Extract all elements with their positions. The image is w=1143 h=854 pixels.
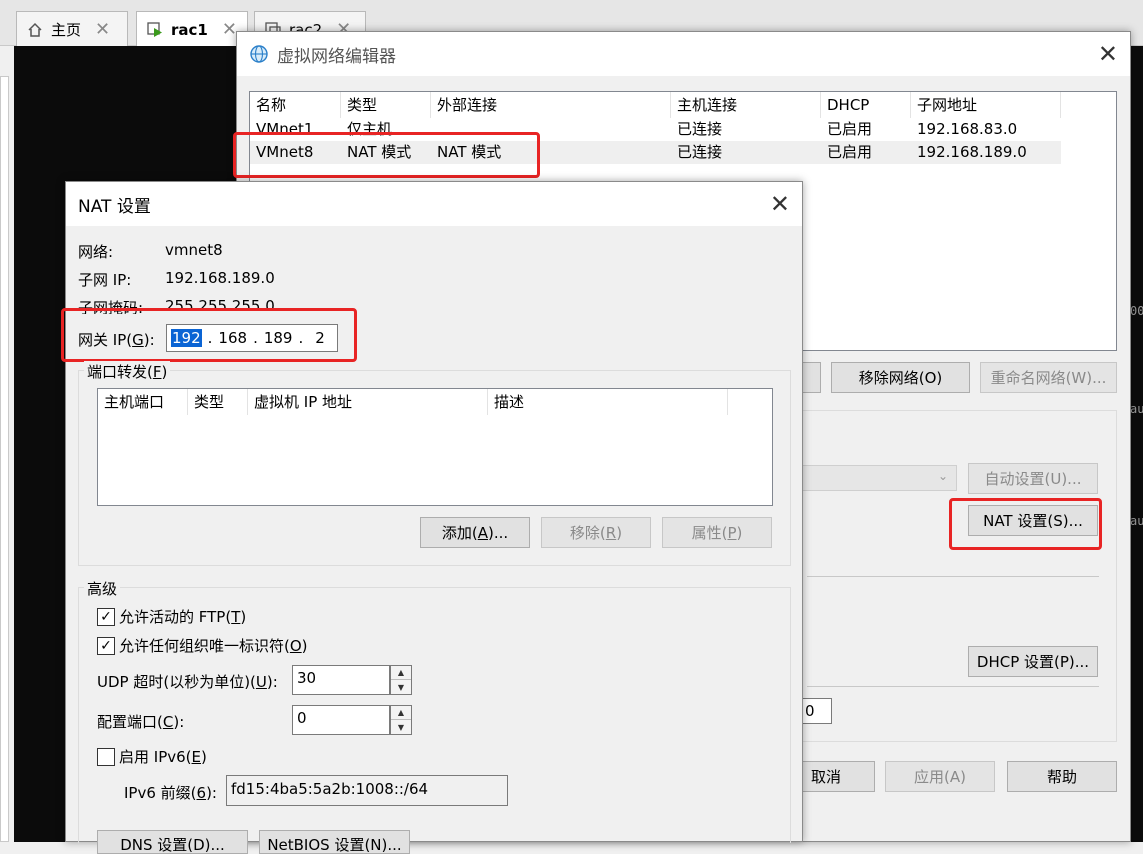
config-port-spinner[interactable]: ▲ ▼: [390, 705, 412, 735]
subnet-ip-value: 192.168.189.0: [165, 269, 275, 287]
cell-subnet: 192.168.83.0: [917, 120, 1018, 138]
column-header[interactable]: 类型: [188, 389, 248, 415]
subnet-ip-label: 子网 IP:: [78, 271, 132, 289]
dhcp-settings-button[interactable]: DHCP 设置(P)...: [968, 646, 1098, 677]
arrow-up-icon[interactable]: ▲: [391, 706, 411, 720]
cell-host: 已连接: [677, 120, 723, 138]
column-header[interactable]: 子网地址: [911, 92, 1061, 118]
column-header[interactable]: 类型: [341, 92, 431, 118]
bridge-select[interactable]: ⌄: [797, 465, 957, 491]
console-text: au: [1130, 402, 1143, 416]
vne-title-bar: 虚拟网络编辑器: [237, 32, 1130, 76]
allow-ftp-label: 允许活动的 FTP(T): [119, 608, 247, 626]
checkbox-checked-icon[interactable]: ✓: [97, 636, 115, 655]
column-header[interactable]: 主机连接: [671, 92, 821, 118]
column-header[interactable]: 外部连接: [431, 92, 671, 118]
port-forwarding-label: 端口转发(F): [84, 361, 171, 382]
ipv6-prefix-label: IPv6 前缀(6):: [124, 784, 217, 802]
remove-button[interactable]: 移除(R): [541, 517, 651, 548]
close-icon[interactable]: ✕: [95, 19, 110, 40]
column-header[interactable]: 虚拟机 IP 地址: [248, 389, 488, 415]
close-icon[interactable]: ✕: [222, 19, 237, 40]
highlight-nat-settings: [949, 498, 1102, 550]
allow-oui-checkbox[interactable]: ✓ 允许任何组织唯一标识符(O): [97, 635, 308, 656]
nat-title-bar: NAT 设置: [66, 182, 802, 226]
rename-network-button[interactable]: 重命名网络(W)...: [980, 362, 1117, 393]
udp-timeout-input[interactable]: 30: [292, 665, 390, 695]
subnet-mask-field[interactable]: 0: [800, 698, 832, 724]
nat-title: NAT 设置: [78, 196, 151, 217]
enable-ipv6-checkbox[interactable]: 启用 IPv6(E): [97, 746, 207, 767]
config-port-label: 配置端口(C):: [97, 713, 185, 731]
highlight-vmnet8: [233, 132, 540, 178]
udp-timeout-label: UDP 超时(以秒为单位)(U):: [97, 673, 278, 691]
column-header[interactable]: DHCP: [821, 92, 911, 118]
port-forwarding-list[interactable]: 主机端口 类型 虚拟机 IP 地址 描述: [97, 388, 773, 506]
vne-title: 虚拟网络编辑器: [277, 46, 396, 67]
properties-button[interactable]: 属性(P): [662, 517, 772, 548]
cell-dhcp: 已启用: [827, 143, 873, 161]
help-button[interactable]: 帮助: [1007, 761, 1117, 792]
divider: [807, 686, 1099, 687]
left-panel: [0, 46, 14, 842]
column-header[interactable]: 名称: [250, 92, 341, 118]
vm-running-icon: [147, 21, 162, 37]
column-header[interactable]: 主机端口: [98, 389, 188, 415]
tab-home[interactable]: 主页 ✕: [16, 11, 128, 47]
cell-subnet: 192.168.189.0: [917, 143, 1027, 161]
network-value: vmnet8: [165, 241, 223, 259]
cell-dhcp: 已启用: [827, 120, 873, 138]
close-icon[interactable]: ✕: [770, 190, 790, 218]
close-icon[interactable]: ✕: [1098, 40, 1118, 68]
arrow-up-icon[interactable]: ▲: [391, 666, 411, 680]
arrow-down-icon[interactable]: ▼: [391, 720, 411, 734]
apply-button[interactable]: 应用(A): [885, 761, 995, 792]
network-label: 网络:: [78, 243, 114, 261]
remove-network-button[interactable]: 移除网络(O): [831, 362, 970, 393]
allow-ftp-checkbox[interactable]: ✓ 允许活动的 FTP(T): [97, 606, 246, 627]
column-header[interactable]: 描述: [488, 389, 728, 415]
console-text: au: [1130, 514, 1143, 528]
config-port-input[interactable]: 0: [292, 705, 390, 735]
highlight-gateway: [61, 308, 357, 362]
console-text: 00: [1130, 304, 1143, 318]
dns-settings-button[interactable]: DNS 设置(D)...: [97, 830, 248, 854]
arrow-down-icon[interactable]: ▼: [391, 680, 411, 694]
add-button[interactable]: 添加(A)...: [420, 517, 530, 548]
tab-label: rac1: [171, 20, 208, 39]
netbios-settings-button[interactable]: NetBIOS 设置(N)...: [259, 830, 410, 854]
tab-label: 主页: [51, 21, 82, 39]
enable-ipv6-label: 启用 IPv6(E): [119, 748, 207, 766]
allow-oui-label: 允许任何组织唯一标识符(O): [119, 637, 308, 655]
tab-rac1[interactable]: rac1 ✕: [136, 11, 248, 47]
globe-icon: [250, 45, 268, 63]
checkbox-unchecked-icon[interactable]: [97, 747, 115, 766]
divider: [807, 576, 1099, 577]
checkbox-checked-icon[interactable]: ✓: [97, 607, 115, 626]
udp-timeout-spinner[interactable]: ▲ ▼: [390, 665, 412, 695]
cell-host: 已连接: [677, 143, 723, 161]
home-icon: [28, 22, 42, 37]
chevron-down-icon: ⌄: [937, 469, 948, 483]
auto-settings-button[interactable]: 自动设置(U)...: [968, 463, 1098, 494]
advanced-label: 高级: [84, 578, 121, 599]
ipv6-prefix-input[interactable]: fd15:4ba5:5a2b:1008::/64: [226, 775, 508, 806]
nat-settings-dialog: NAT 设置 ✕ 网络: vmnet8 子网 IP: 192.168.189.0…: [61, 181, 803, 854]
